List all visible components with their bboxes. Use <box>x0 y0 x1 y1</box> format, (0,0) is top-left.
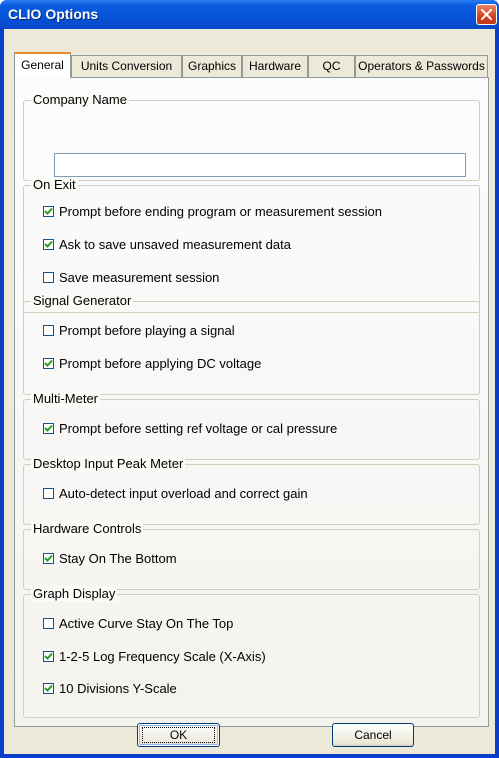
checkbox-label: Prompt before playing a signal <box>59 323 235 338</box>
checkbox-label: Prompt before applying DC voltage <box>59 356 262 371</box>
checkbox-box[interactable] <box>43 272 54 283</box>
check-icon <box>44 207 53 215</box>
check-icon <box>44 424 53 432</box>
checkbox-label: Prompt before setting ref voltage or cal… <box>59 421 338 436</box>
desktop-peak-meter-group-label: Desktop Input Peak Meter <box>31 456 186 472</box>
tab-hardware-label: Hardware <box>248 59 302 73</box>
tab-graphics-label: Graphics <box>187 59 237 73</box>
checkbox-box[interactable] <box>43 423 54 434</box>
multi-meter-group: Multi-Meter Prompt before setting ref vo… <box>23 391 480 460</box>
tab-operators-passwords-label: Operators & Passwords <box>358 59 485 73</box>
signal-generator-group-label: Signal Generator <box>31 293 134 309</box>
tab-units-conversion-label: Units Conversion <box>80 59 173 73</box>
focus-indicator <box>142 727 215 743</box>
window-title: CLIO Options <box>8 6 99 22</box>
checkbox-box[interactable] <box>43 206 54 217</box>
checkbox-box[interactable] <box>43 488 54 499</box>
ok-button[interactable]: OK <box>137 723 220 747</box>
graph-display-group: Graph Display Active Curve Stay On The T… <box>23 586 480 718</box>
checkbox-label: Save measurement session <box>59 270 220 285</box>
checkbox-box[interactable] <box>43 553 54 564</box>
on-exit-group-label: On Exit <box>31 177 78 193</box>
check-icon <box>44 240 53 248</box>
checkbox-box[interactable] <box>43 358 54 369</box>
checkbox-box[interactable] <box>43 683 54 694</box>
company-name-group-label: Company Name <box>31 92 129 108</box>
checkbox-label: Auto-detect input overload and correct g… <box>59 486 308 501</box>
check-icon <box>44 359 53 367</box>
tab-qc[interactable]: QC <box>308 55 355 77</box>
options-window: CLIO Options General Units Conversion Gr… <box>0 0 499 758</box>
tab-hardware[interactable]: Hardware <box>242 55 308 77</box>
checkbox-label: 1-2-5 Log Frequency Scale (X-Axis) <box>59 649 266 664</box>
dialog-client-area: General Units Conversion Graphics Hardwa… <box>4 29 495 754</box>
tab-units-conversion[interactable]: Units Conversion <box>71 55 182 77</box>
tab-qc-label: QC <box>322 59 341 73</box>
company-name-input[interactable] <box>54 153 466 177</box>
checkbox-label: 10 Divisions Y-Scale <box>59 681 177 696</box>
signal-generator-group: Signal Generator Prompt before playing a… <box>23 293 480 395</box>
tab-graphics[interactable]: Graphics <box>182 55 242 77</box>
tab-general[interactable]: General <box>14 52 71 78</box>
checkbox-box[interactable] <box>43 239 54 250</box>
cancel-button-label: Cancel <box>354 728 392 742</box>
cancel-button[interactable]: Cancel <box>332 723 414 747</box>
checkbox-box[interactable] <box>43 325 54 336</box>
graph-display-group-label: Graph Display <box>31 586 118 602</box>
multi-meter-group-label: Multi-Meter <box>31 391 101 407</box>
desktop-peak-meter-group: Desktop Input Peak Meter Auto-detect inp… <box>23 456 480 525</box>
check-icon <box>44 554 53 562</box>
hardware-controls-group-label: Hardware Controls <box>31 521 144 537</box>
checkbox-box[interactable] <box>43 651 54 662</box>
checkbox-box[interactable] <box>43 618 54 629</box>
close-icon <box>481 9 492 20</box>
tab-general-label: General <box>21 58 64 72</box>
title-bar[interactable]: CLIO Options <box>0 0 499 29</box>
check-icon <box>44 684 53 692</box>
checkbox-label: Active Curve Stay On The Top <box>59 616 234 631</box>
checkbox-label: Prompt before ending program or measurem… <box>59 204 382 219</box>
check-icon <box>44 652 53 660</box>
checkbox-label: Ask to save unsaved measurement data <box>59 237 291 252</box>
close-button[interactable] <box>476 4 497 25</box>
hardware-controls-group: Hardware Controls Stay On The Bottom <box>23 521 480 590</box>
checkbox-label: Stay On The Bottom <box>59 551 177 566</box>
tab-operators-passwords[interactable]: Operators & Passwords <box>355 55 488 77</box>
